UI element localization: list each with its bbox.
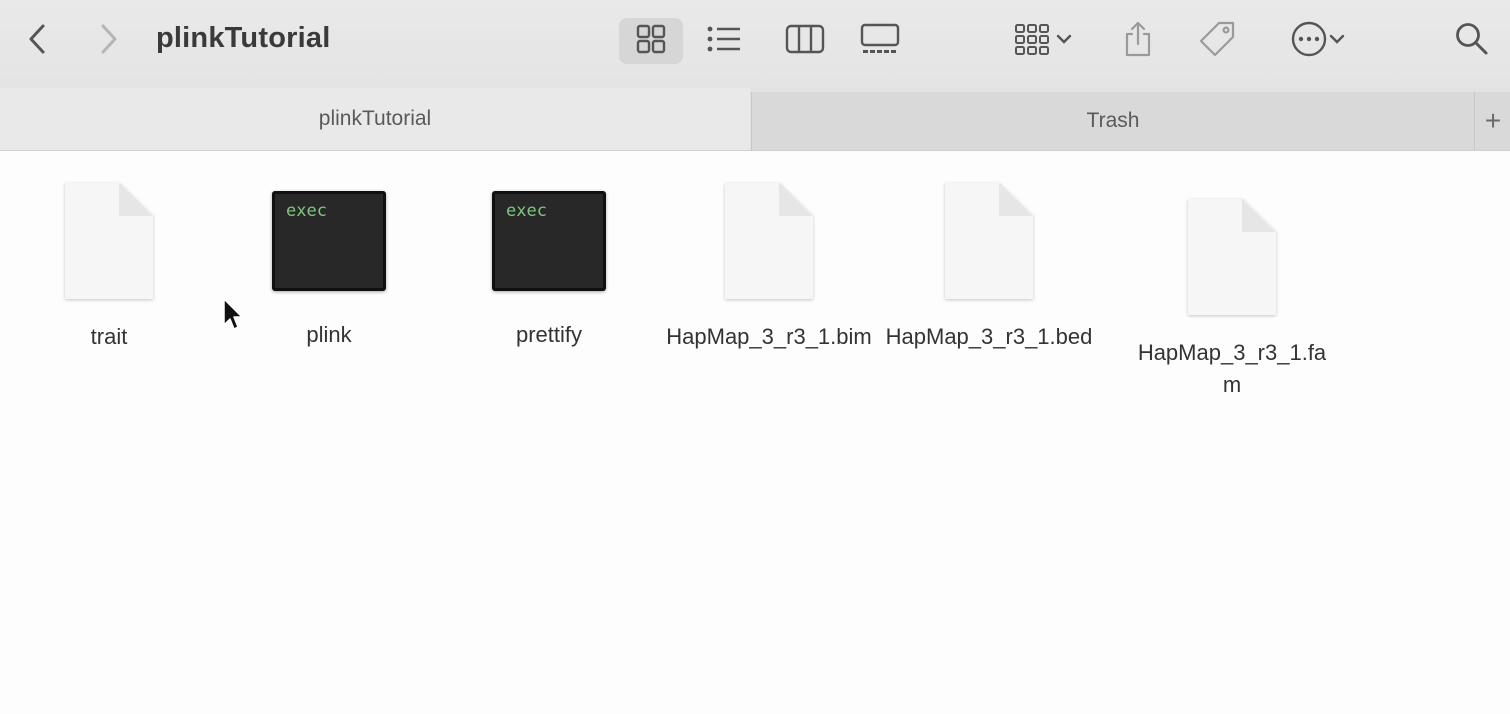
tab-plinkTutorial[interactable]: plinkTutorial (0, 88, 750, 150)
share-icon (1125, 21, 1151, 57)
group-by-button[interactable] (1004, 14, 1080, 64)
file-name: HapMap_3_r3_1.bed (885, 324, 1093, 349)
file-name: HapMap_3_r3_1.fam (1137, 340, 1327, 397)
executable-icon: exec (492, 191, 606, 291)
chevron-left-icon (29, 24, 45, 54)
document-icon (65, 183, 153, 301)
tag-icon (1199, 21, 1235, 57)
back-button[interactable] (22, 14, 52, 64)
search-icon (1456, 23, 1488, 55)
document-icon (725, 183, 813, 301)
document-icon (945, 183, 1033, 301)
finder-toolbar: plinkTutorial (0, 0, 1510, 88)
file-name: plink (306, 322, 352, 347)
more-actions-button[interactable] (1280, 14, 1356, 64)
gallery-view-button[interactable] (858, 14, 902, 64)
file-name: trait (90, 324, 128, 349)
chevron-right-icon (101, 24, 117, 54)
exec-label: exec (286, 201, 327, 221)
gallery-icon (860, 23, 900, 53)
exec-label: exec (506, 201, 547, 221)
chevron-down-icon (1056, 34, 1072, 44)
file-item-plink[interactable]: exec plink (219, 191, 439, 351)
file-name: HapMap_3_r3_1.bim (666, 324, 872, 349)
file-area: trait exec plink exec prettify HapMap_3_… (0, 151, 1510, 714)
file-item-hapmap-bim[interactable]: HapMap_3_r3_1.bim (659, 183, 879, 353)
document-icon (1188, 199, 1276, 317)
plus-icon: + (1484, 105, 1502, 136)
group-icon (1015, 24, 1049, 55)
columns-icon (785, 24, 825, 54)
tab-trash[interactable]: Trash (751, 92, 1474, 150)
list-icon (707, 26, 740, 52)
new-tab-button[interactable]: + (1474, 92, 1510, 150)
share-button[interactable] (1120, 14, 1156, 64)
list-view-button[interactable] (703, 14, 745, 64)
window-title: plinkTutorial (156, 22, 331, 54)
grid-icon (636, 24, 666, 54)
chevron-down-icon (1329, 34, 1345, 44)
tab-bar: plinkTutorial Trash + (0, 88, 1510, 151)
file-item-hapmap-bed[interactable]: HapMap_3_r3_1.bed (879, 183, 1099, 353)
tag-button[interactable] (1196, 14, 1238, 64)
file-item-trait[interactable]: trait (0, 183, 219, 353)
mouse-pointer-icon (223, 298, 243, 330)
forward-button[interactable] (94, 14, 124, 64)
ellipsis-circle-icon (1291, 21, 1327, 57)
file-name: prettify (515, 322, 583, 347)
search-button[interactable] (1452, 14, 1492, 64)
file-item-prettify[interactable]: exec prettify (439, 191, 659, 351)
icon-view-button[interactable] (630, 14, 672, 64)
file-item-hapmap-fam[interactable]: HapMap_3_r3_1.fam (1122, 199, 1342, 401)
executable-icon: exec (272, 191, 386, 291)
column-view-button[interactable] (783, 14, 827, 64)
